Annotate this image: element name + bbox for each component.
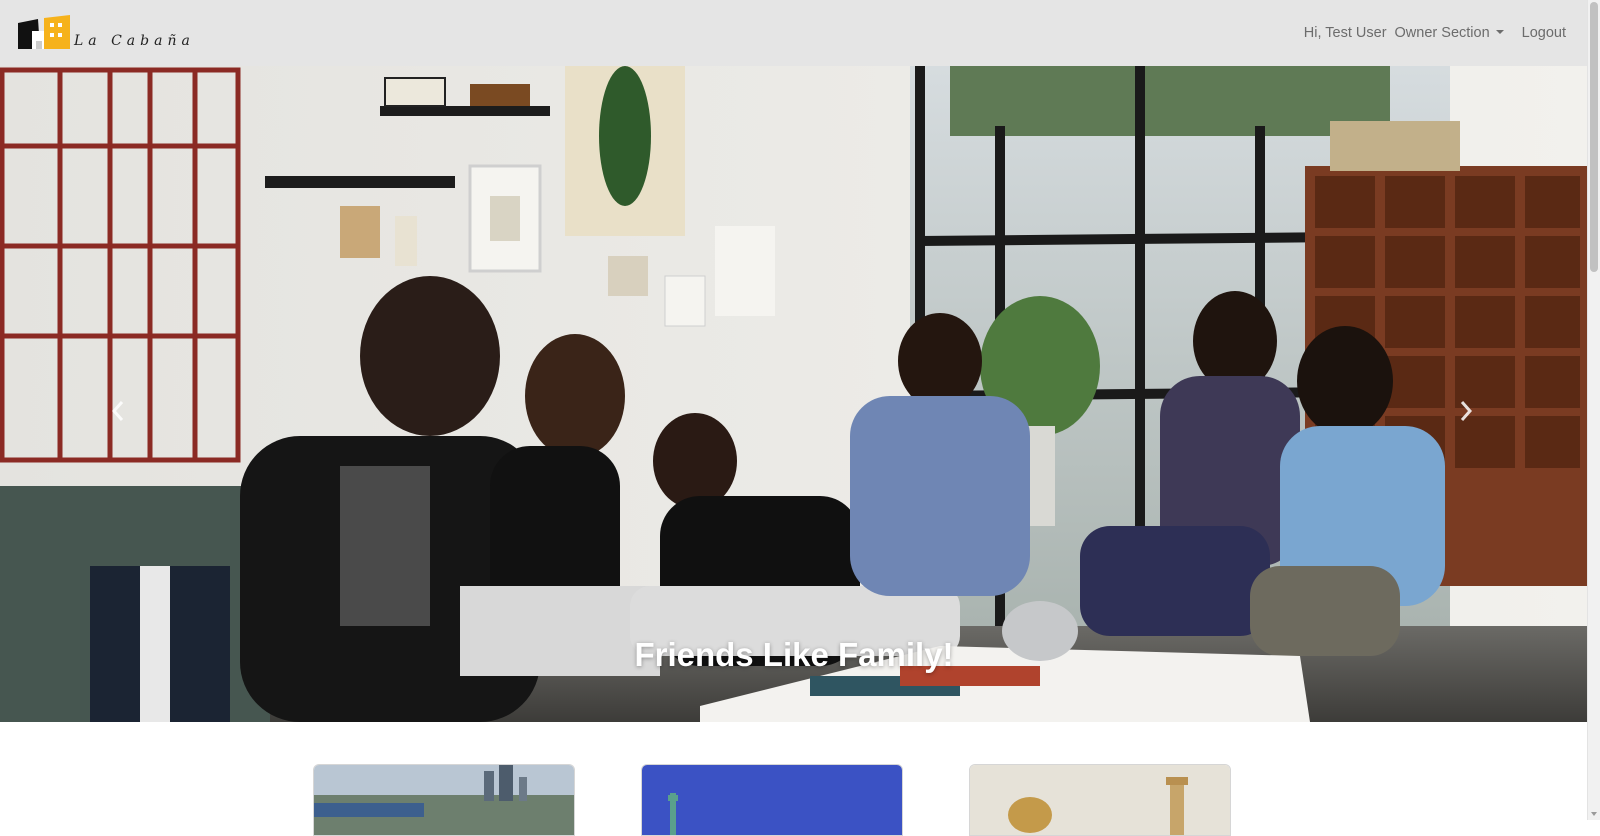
owner-section-label: Owner Section	[1394, 25, 1490, 41]
destination-cards	[0, 764, 1588, 836]
carousel-prev-button[interactable]	[78, 366, 158, 456]
chevron-right-icon	[1460, 401, 1473, 421]
brand-link[interactable]: La Cabaña	[18, 15, 195, 51]
navbar: La Cabaña Hi, Test User Owner Section Lo…	[0, 0, 1588, 66]
caret-down-icon	[1495, 30, 1504, 34]
page-scrollbar[interactable]	[1587, 0, 1600, 820]
scroll-down-arrow-icon[interactable]	[1591, 812, 1597, 816]
carousel-next-button[interactable]	[1426, 366, 1506, 456]
destination-card[interactable]	[641, 764, 903, 836]
logout-link[interactable]: Logout	[1518, 25, 1570, 41]
scrollbar-thumb[interactable]	[1590, 2, 1598, 272]
destination-card[interactable]	[313, 764, 575, 836]
house-logo-icon	[18, 15, 70, 49]
city-river-photo	[314, 765, 574, 835]
owner-section-dropdown[interactable]: Owner Section	[1391, 25, 1508, 41]
nav-menu: Hi, Test User Owner Section Logout	[1300, 25, 1570, 41]
hero-carousel: Friends Like Family!	[0, 66, 1588, 722]
user-greeting: Hi, Test User	[1303, 25, 1387, 41]
hero-living-room-photo	[0, 66, 1588, 722]
historic-monument-photo	[970, 765, 1230, 835]
chevron-left-icon	[111, 401, 124, 421]
hero-caption: Friends Like Family!	[634, 636, 954, 673]
destination-card[interactable]	[969, 764, 1231, 836]
brand-name: La Cabaña	[74, 33, 195, 49]
statue-of-liberty-photo	[642, 765, 902, 835]
